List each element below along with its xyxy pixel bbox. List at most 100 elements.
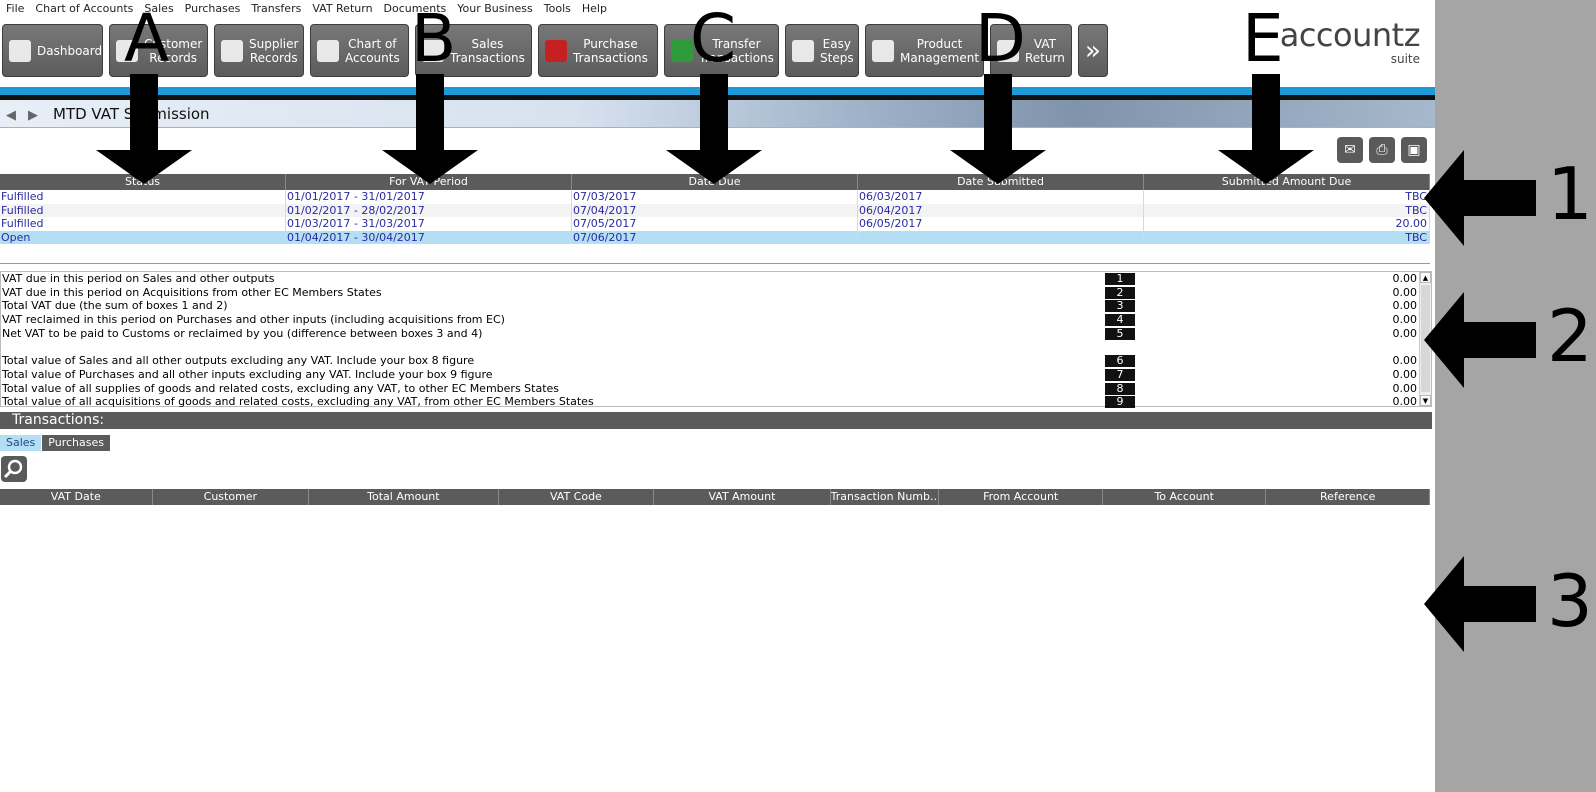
vat-box-value: 0.00: [1392, 354, 1418, 368]
supplier-icon: [221, 39, 243, 62]
vat-box-number: 2: [1105, 286, 1135, 299]
table-cell: 20.00: [1144, 217, 1430, 231]
vat-box-number: 4: [1105, 314, 1135, 327]
annotation-letter: B: [411, 0, 457, 77]
table-cell: 01/01/2017 - 31/01/2017: [286, 190, 572, 204]
vat-box-label: Total value of Purchases and all other i…: [2, 367, 493, 381]
column-header[interactable]: To Account: [1103, 489, 1267, 505]
menu-item-vat-return[interactable]: VAT Return: [306, 0, 377, 17]
left-arrow-icon: [1424, 150, 1536, 246]
logo: accountz suite: [1270, 16, 1421, 66]
forward-arrow-icon[interactable]: ▶: [28, 108, 38, 123]
table-row[interactable]: Fulfilled 01/02/2017 - 28/02/2017 07/04/20…: [0, 203, 1430, 217]
search-button[interactable]: [1, 456, 27, 482]
annotation-letter: A: [124, 0, 170, 77]
table-cell: Fulfilled: [0, 217, 286, 231]
vat-box-value: 0.00: [1392, 326, 1418, 340]
down-arrow-icon: [96, 74, 192, 184]
toolbar-button-7[interactable]: Easy Steps: [785, 24, 859, 77]
toolbar-label: Purchase Transactions: [573, 36, 648, 65]
menu-item-file[interactable]: File: [0, 0, 29, 17]
scroll-down-icon[interactable]: ▼: [1420, 395, 1431, 406]
menu-item-purchases[interactable]: Purchases: [179, 0, 246, 17]
vat-box-label: VAT due in this period on Sales and othe…: [2, 272, 275, 285]
logo-brand: accountz: [1279, 16, 1421, 54]
vat-periods-table: StatusFor VAT PeriodDate DueDate Submitt…: [0, 174, 1430, 264]
footsteps-icon: [792, 39, 814, 62]
left-arrow-icon: [1424, 556, 1536, 652]
annotation-letter: E: [1242, 0, 1284, 77]
vat-box-label: Total value of all supplies of goods and…: [2, 381, 560, 395]
table-row[interactable]: Open 01/04/2017 - 30/04/2017 07/06/2017 TBC: [0, 230, 1430, 244]
annotation-letter: D: [975, 0, 1026, 77]
scroll-up-icon[interactable]: ▲: [1420, 272, 1431, 283]
back-arrow-icon[interactable]: ◀: [6, 108, 16, 123]
transactions-tabs: Sales Purchases: [0, 435, 111, 451]
table-cell: TBC: [1144, 190, 1430, 204]
table-cell: 07/05/2017: [572, 217, 858, 231]
column-header[interactable]: Customer: [153, 489, 310, 505]
table-cell: 01/02/2017 - 28/02/2017: [286, 203, 572, 217]
tab-purchases[interactable]: Purchases: [42, 435, 110, 451]
vat-box-number: 6: [1105, 355, 1135, 368]
column-header[interactable]: VAT Code: [499, 489, 655, 505]
column-header[interactable]: Reference: [1266, 489, 1431, 505]
vat-box-value: 0.00: [1392, 299, 1418, 313]
annotation-digit: 2: [1547, 294, 1593, 378]
table-row[interactable]: Fulfilled 01/01/2017 - 31/01/2017 07/03/20…: [0, 190, 1430, 204]
transactions-heading: Transactions:: [0, 412, 1432, 429]
right-gutter: [1435, 0, 1596, 792]
column-header[interactable]: Transaction Numb...: [831, 489, 940, 505]
table-cell: 07/06/2017: [572, 230, 858, 244]
dashboard-icon: [9, 39, 31, 62]
vat-box-label: VAT due in this period on Acquisitions f…: [2, 285, 382, 299]
vat-box-number: 3: [1105, 300, 1135, 313]
table-cell: 06/05/2017: [858, 217, 1144, 231]
toolbar-label: Chart of Accounts: [345, 36, 400, 65]
toolbar-label: Dashboard: [37, 43, 103, 58]
table-row[interactable]: Fulfilled 01/03/2017 - 31/03/2017 07/05/20…: [0, 217, 1430, 231]
vat-box-value: 0.00: [1392, 395, 1418, 409]
menu-item-chart-of-accounts[interactable]: Chart of Accounts: [29, 0, 138, 17]
annotation-digit: 1: [1547, 152, 1593, 236]
toolbar-button-10[interactable]: »: [1078, 24, 1108, 77]
toolbar-label: Sales Transactions: [450, 36, 525, 65]
menubar: File Chart of Accounts Sales Purchases Trans…: [0, 0, 612, 17]
vat-box-label: Total value of all acquisitions of goods…: [2, 395, 594, 409]
vat-box-label: VAT reclaimed in this period on Purchase…: [2, 313, 505, 327]
table-cell: 01/03/2017 - 31/03/2017: [286, 217, 572, 231]
menu-item-transfers[interactable]: Transfers: [245, 0, 306, 17]
toolbar-button-5[interactable]: Purchase Transactions: [538, 24, 658, 77]
annotation-letter: C: [690, 0, 737, 77]
vat-box-label: Net VAT to be paid to Customs or reclaim…: [2, 326, 483, 340]
page-actions: ✉ ⎙ ▣: [1337, 137, 1427, 163]
toolbar-button-0[interactable]: Dashboard: [2, 24, 103, 77]
table-cell: 06/03/2017: [858, 190, 1144, 204]
column-header[interactable]: Total Amount: [309, 489, 499, 505]
table-cell: Fulfilled: [0, 203, 286, 217]
column-header[interactable]: VAT Amount: [654, 489, 831, 505]
table-cell: 07/04/2017: [572, 203, 858, 217]
table-cell: 07/03/2017: [572, 190, 858, 204]
vat-boxes-panel: ▲ ▼ VAT due in this period on Sales and …: [0, 271, 1432, 409]
down-arrow-icon: [382, 74, 478, 184]
search-icon: [3, 459, 23, 479]
product-box-icon: [872, 39, 894, 62]
toolbar-label: Easy Steps: [820, 36, 854, 65]
vat-box-value: 0.00: [1392, 367, 1418, 381]
tab-sales[interactable]: Sales: [0, 435, 42, 451]
column-header[interactable]: VAT Date: [0, 489, 153, 505]
toolbar-button-2[interactable]: Supplier Records: [214, 24, 304, 77]
print-icon[interactable]: ⎙: [1369, 137, 1395, 163]
vat-box-value: 0.00: [1392, 381, 1418, 395]
menu-item-tools[interactable]: Tools: [538, 0, 576, 17]
menu-item-your-business[interactable]: Your Business: [451, 0, 538, 17]
menu-item-help[interactable]: Help: [576, 0, 612, 17]
transactions-header: VAT Date Customer Total Amount VAT Code VAT …: [0, 489, 1431, 505]
column-header[interactable]: From Account: [939, 489, 1103, 505]
toolbar-label: Supplier Records: [249, 36, 299, 65]
toolbar-button-8[interactable]: Product Management: [865, 24, 984, 77]
email-icon[interactable]: ✉: [1337, 137, 1363, 163]
toolbar-button-3[interactable]: Chart of Accounts: [310, 24, 409, 77]
table-cell: TBC: [1144, 230, 1430, 244]
